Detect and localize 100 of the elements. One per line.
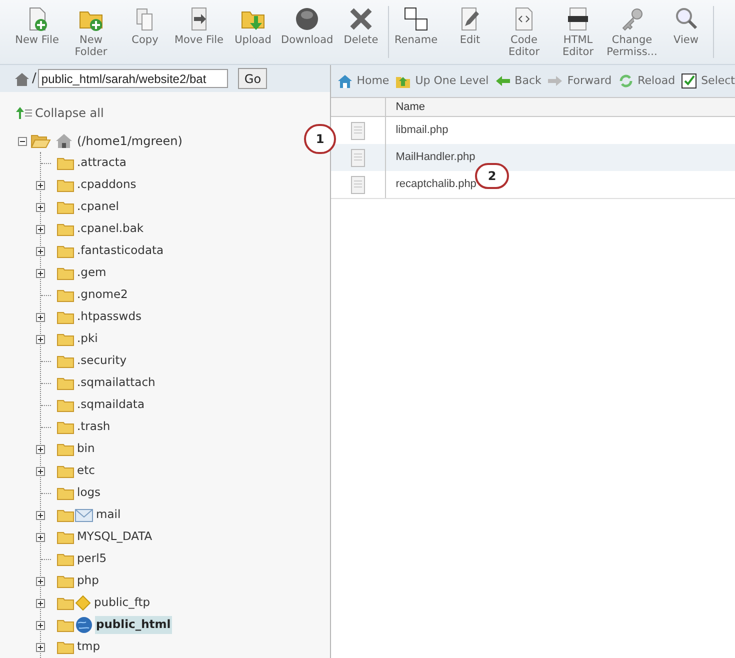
- path-separator: /: [32, 70, 36, 88]
- tree-item[interactable]: .security: [76, 352, 128, 370]
- folder-icon: [57, 200, 74, 214]
- expand-icon[interactable]: [36, 224, 45, 234]
- expand-icon[interactable]: [36, 312, 45, 322]
- tree-item[interactable]: perl5: [76, 550, 108, 568]
- file-name[interactable]: recaptchalib.php: [386, 176, 476, 193]
- expand-icon[interactable]: [36, 444, 45, 454]
- toolbar-button[interactable]: View: [659, 6, 713, 46]
- file-name[interactable]: MailHandler.php: [386, 149, 476, 166]
- tree-item[interactable]: .trash: [76, 418, 112, 436]
- home-icon: [14, 70, 30, 86]
- right-arrow-icon: [547, 73, 564, 89]
- tree-item[interactable]: .attracta: [76, 154, 128, 172]
- tree-item[interactable]: .pki: [76, 330, 99, 348]
- tree-item[interactable]: .cpanel.bak: [76, 220, 145, 238]
- tree-item[interactable]: .sqmaildata: [76, 396, 146, 414]
- folder-icon: [57, 442, 74, 456]
- folder-icon: [57, 178, 74, 192]
- tree-item[interactable]: bin: [76, 440, 96, 458]
- expand-icon[interactable]: [36, 532, 45, 542]
- toolbar-button[interactable]: New Folder: [64, 6, 118, 58]
- column-header[interactable]: Name: [386, 98, 426, 116]
- toolbar-button[interactable]: Copy: [118, 6, 172, 46]
- tree-item[interactable]: mail: [95, 506, 122, 524]
- delete-icon: [348, 6, 374, 32]
- collapse-icon[interactable]: [18, 136, 27, 146]
- toolbar-button[interactable]: Change Permiss...: [605, 6, 659, 58]
- file-icon: [350, 122, 365, 140]
- folder-icon: [57, 618, 74, 632]
- envelope-icon: [75, 507, 93, 523]
- folder-icon: [57, 596, 74, 610]
- tree-root-label[interactable]: (/home1/mgreen): [77, 132, 182, 150]
- collapse-all-link[interactable]: Collapse all: [35, 104, 104, 122]
- tree-item[interactable]: .gnome2: [76, 286, 129, 304]
- file-name[interactable]: libmail.php: [386, 122, 448, 139]
- toolbar-button[interactable]: Delete: [334, 6, 388, 46]
- expand-icon[interactable]: [36, 510, 45, 520]
- tree-item[interactable]: tmp: [76, 638, 102, 656]
- file-icon: [350, 176, 365, 194]
- expand-icon[interactable]: [36, 268, 45, 278]
- house-icon: [55, 133, 73, 149]
- expand-icon[interactable]: [36, 180, 45, 190]
- folder-icon: [57, 156, 74, 170]
- expand-icon[interactable]: [36, 598, 45, 608]
- folder-icon: [57, 464, 74, 478]
- tree-item[interactable]: .fantasticodata: [76, 242, 165, 260]
- html-file-icon: [565, 6, 591, 32]
- tree-item[interactable]: public_ftp: [93, 594, 152, 612]
- tree-item[interactable]: .htpasswds: [76, 308, 142, 326]
- checkbox-icon: [681, 73, 698, 89]
- tree-item[interactable]: .cpaddons: [76, 176, 138, 194]
- toolbar-button[interactable]: Code Editor: [497, 6, 551, 58]
- nav-button[interactable]: Reload: [618, 72, 676, 90]
- folder-icon: [57, 376, 74, 390]
- go-button[interactable]: Go: [238, 68, 268, 89]
- toolbar-button[interactable]: Move File: [172, 6, 226, 46]
- folder-icon: [57, 244, 74, 258]
- toolbar-button[interactable]: Edit: [443, 6, 497, 46]
- tree-item[interactable]: MYSQL_DATA: [76, 528, 154, 546]
- nav-button[interactable]: Back: [494, 72, 542, 90]
- folder-icon: [57, 486, 74, 500]
- toolbar-button[interactable]: Download: [280, 6, 334, 46]
- left-arrow-icon: [494, 73, 511, 89]
- toolbar-button[interactable]: HTML Editor: [551, 6, 605, 58]
- nav-button[interactable]: Select: [681, 72, 735, 90]
- toolbar-button[interactable]: New File: [10, 6, 64, 46]
- expand-icon[interactable]: [36, 620, 45, 630]
- tree-item[interactable]: etc: [76, 462, 96, 480]
- tree-item[interactable]: .sqmailattach: [76, 374, 156, 392]
- warning-diamond-icon: [75, 595, 91, 611]
- collapse-all-icon: [16, 107, 32, 119]
- tree-item[interactable]: .gem: [76, 264, 108, 282]
- tree-item[interactable]: php: [76, 572, 100, 590]
- folder-icon: [57, 332, 74, 346]
- tree-item[interactable]: .cpanel: [76, 198, 120, 216]
- expand-icon[interactable]: [36, 334, 45, 344]
- folder-icon: [57, 552, 74, 566]
- expand-icon[interactable]: [36, 576, 45, 586]
- magnifier-icon: [673, 6, 699, 32]
- expand-icon[interactable]: [36, 466, 45, 476]
- folder-icon: [57, 508, 74, 522]
- home-icon: [336, 73, 353, 89]
- folder-icon: [57, 420, 74, 434]
- folder-icon: [57, 640, 74, 654]
- folder-icon: [57, 354, 74, 368]
- folder-icon: [57, 222, 74, 236]
- tree-item[interactable]: logs: [76, 484, 102, 502]
- folder-icon: [57, 310, 74, 324]
- expand-icon[interactable]: [36, 642, 45, 652]
- expand-icon[interactable]: [36, 202, 45, 212]
- toolbar-button[interactable]: Upload: [226, 6, 280, 46]
- nav-button[interactable]: Home: [336, 72, 390, 90]
- path-field[interactable]: public_html/sarah/website2/bat: [38, 69, 228, 88]
- toolbar-button[interactable]: Rename: [389, 6, 443, 46]
- expand-icon[interactable]: [36, 246, 45, 256]
- reload-icon: [618, 73, 634, 89]
- nav-button[interactable]: Up One Level: [395, 72, 489, 90]
- tree-item[interactable]: public_html: [95, 616, 172, 634]
- nav-button[interactable]: Forward: [547, 72, 612, 90]
